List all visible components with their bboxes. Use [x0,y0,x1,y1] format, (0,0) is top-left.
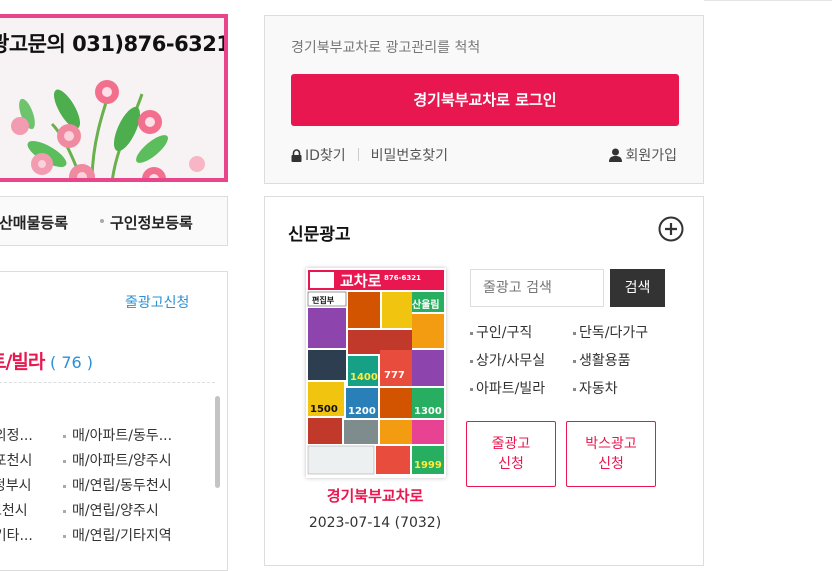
line-ad-apply-link[interactable]: 줄광고신청 [125,292,189,312]
join-link[interactable]: 회원가입 [609,145,677,165]
cover-phone: 876-6321 [384,274,421,282]
newspaper-ad-box: 신문광고 교차로 876-6321 편집부 산울림 1400 777 1500 … [264,196,704,566]
property-register-link[interactable]: 산매물등록 [0,212,68,233]
job-register-link[interactable]: 구인정보등록 [110,212,193,233]
category-link[interactable]: 구인/구직 [470,319,545,347]
list-item[interactable]: 매/연립/동두천시 [63,474,172,499]
bullet-icon [63,534,66,538]
bullet-icon [470,387,473,391]
find-links: ID찾기 비밀번호찾기 [291,145,448,165]
find-id-link[interactable]: ID찾기 [305,148,346,164]
cover-number: 1400 [350,372,378,383]
category-count: ( 76 ) [50,353,94,372]
cover-headline: 산울림 [412,298,440,311]
find-password-link[interactable]: 비밀번호찾기 [371,148,448,164]
register-bar: 산매물등록 구인정보등록 [0,196,228,246]
section-title: 신문광고 [288,225,351,245]
bullet-icon [63,459,66,463]
cover-logo: 교차로 [340,272,382,290]
bullet-icon [470,359,473,363]
category-list-left: 구인/구직 상가/사무실 아파트/빌라 [470,319,545,403]
bullet-icon [63,434,66,438]
list-item[interactable]: /기타... [0,524,33,549]
login-notice: 경기북부교차로 광고관리를 척척 [291,40,481,56]
list-item[interactable]: /포천시 [0,449,33,474]
box-ad-apply-button[interactable]: 박스광고 신청 [566,421,656,487]
list-item[interactable]: l정부시 [0,474,33,499]
cover-image: 교차로 876-6321 편집부 산울림 1400 777 1500 1200 … [306,268,446,478]
ad-banner[interactable]: 광고문의 031)876-6321 [0,14,228,182]
list-item[interactable]: 매/아파트/동두... [63,424,172,449]
newspaper-date: 2023-07-14 (7032) [308,515,442,531]
list-item[interactable]: /의정... [0,424,33,449]
category-list-right: 단독/다가구 생활용품 자동차 [573,319,648,403]
search-button[interactable]: 검색 [610,269,665,307]
list-item[interactable]: 매/연립/양주시 [63,499,172,524]
bullet-icon [573,387,576,391]
flower-illustration [11,80,205,178]
newspaper-cover-thumbnail[interactable]: 교차로 876-6321 편집부 산울림 1400 777 1500 1200 … [306,268,446,478]
category-link[interactable]: 자동차 [573,375,648,403]
category-name: 트/빌라 [0,351,45,373]
bullet-icon [63,509,66,513]
line-ad-search-input[interactable] [470,269,604,307]
login-button[interactable]: 경기북부교차로 로그인 [291,74,679,126]
scrollbar[interactable] [215,396,220,488]
separator [357,148,359,161]
cover-number: 1300 [414,406,442,417]
cover-tag: 편집부 [312,295,335,305]
person-icon [609,148,623,162]
category-link[interactable]: 생활용품 [573,347,648,375]
bullet-icon [100,219,104,223]
list-item[interactable]: 포천시 [0,499,33,524]
bullet-icon [573,359,576,363]
list-item[interactable]: 매/아파트/양주시 [63,449,172,474]
line-ad-apply-button[interactable]: 줄광고 신청 [466,421,556,487]
lock-icon [291,149,302,162]
cover-number: 1999 [414,460,442,471]
category-link[interactable]: 아파트/빌라 [470,375,545,403]
listing-col-1: /의정... /포천시 l정부시 포천시 /기타... [0,424,33,549]
top-divider [704,0,832,3]
category-link[interactable]: 단독/다가구 [573,319,648,347]
join-label: 회원가입 [625,148,677,164]
listing-col-2: 매/아파트/동두... 매/아파트/양주시 매/연립/동두천시 매/연립/양주시… [63,424,172,549]
bullet-icon [63,484,66,488]
more-plus-icon[interactable] [658,216,684,242]
cover-number: 777 [384,370,405,381]
bullet-icon [573,331,576,335]
cover-number: 1500 [310,404,338,415]
category-title[interactable]: 트/빌라 ( 76 ) [0,347,93,374]
listing-panel: 줄광고신청 트/빌라 ( 76 ) /의정... /포천시 l정부시 포천시 /… [0,271,228,571]
login-box: 경기북부교차로 광고관리를 척척 경기북부교차로 로그인 ID찾기 비밀번호찾기 … [264,15,704,184]
divider [0,382,215,383]
category-link[interactable]: 상가/사무실 [470,347,545,375]
cover-number: 1200 [348,406,376,417]
list-item[interactable]: 매/연립/기타지역 [63,524,172,549]
bullet-icon [470,331,473,335]
newspaper-name[interactable]: 경기북부교차로 [265,485,485,506]
